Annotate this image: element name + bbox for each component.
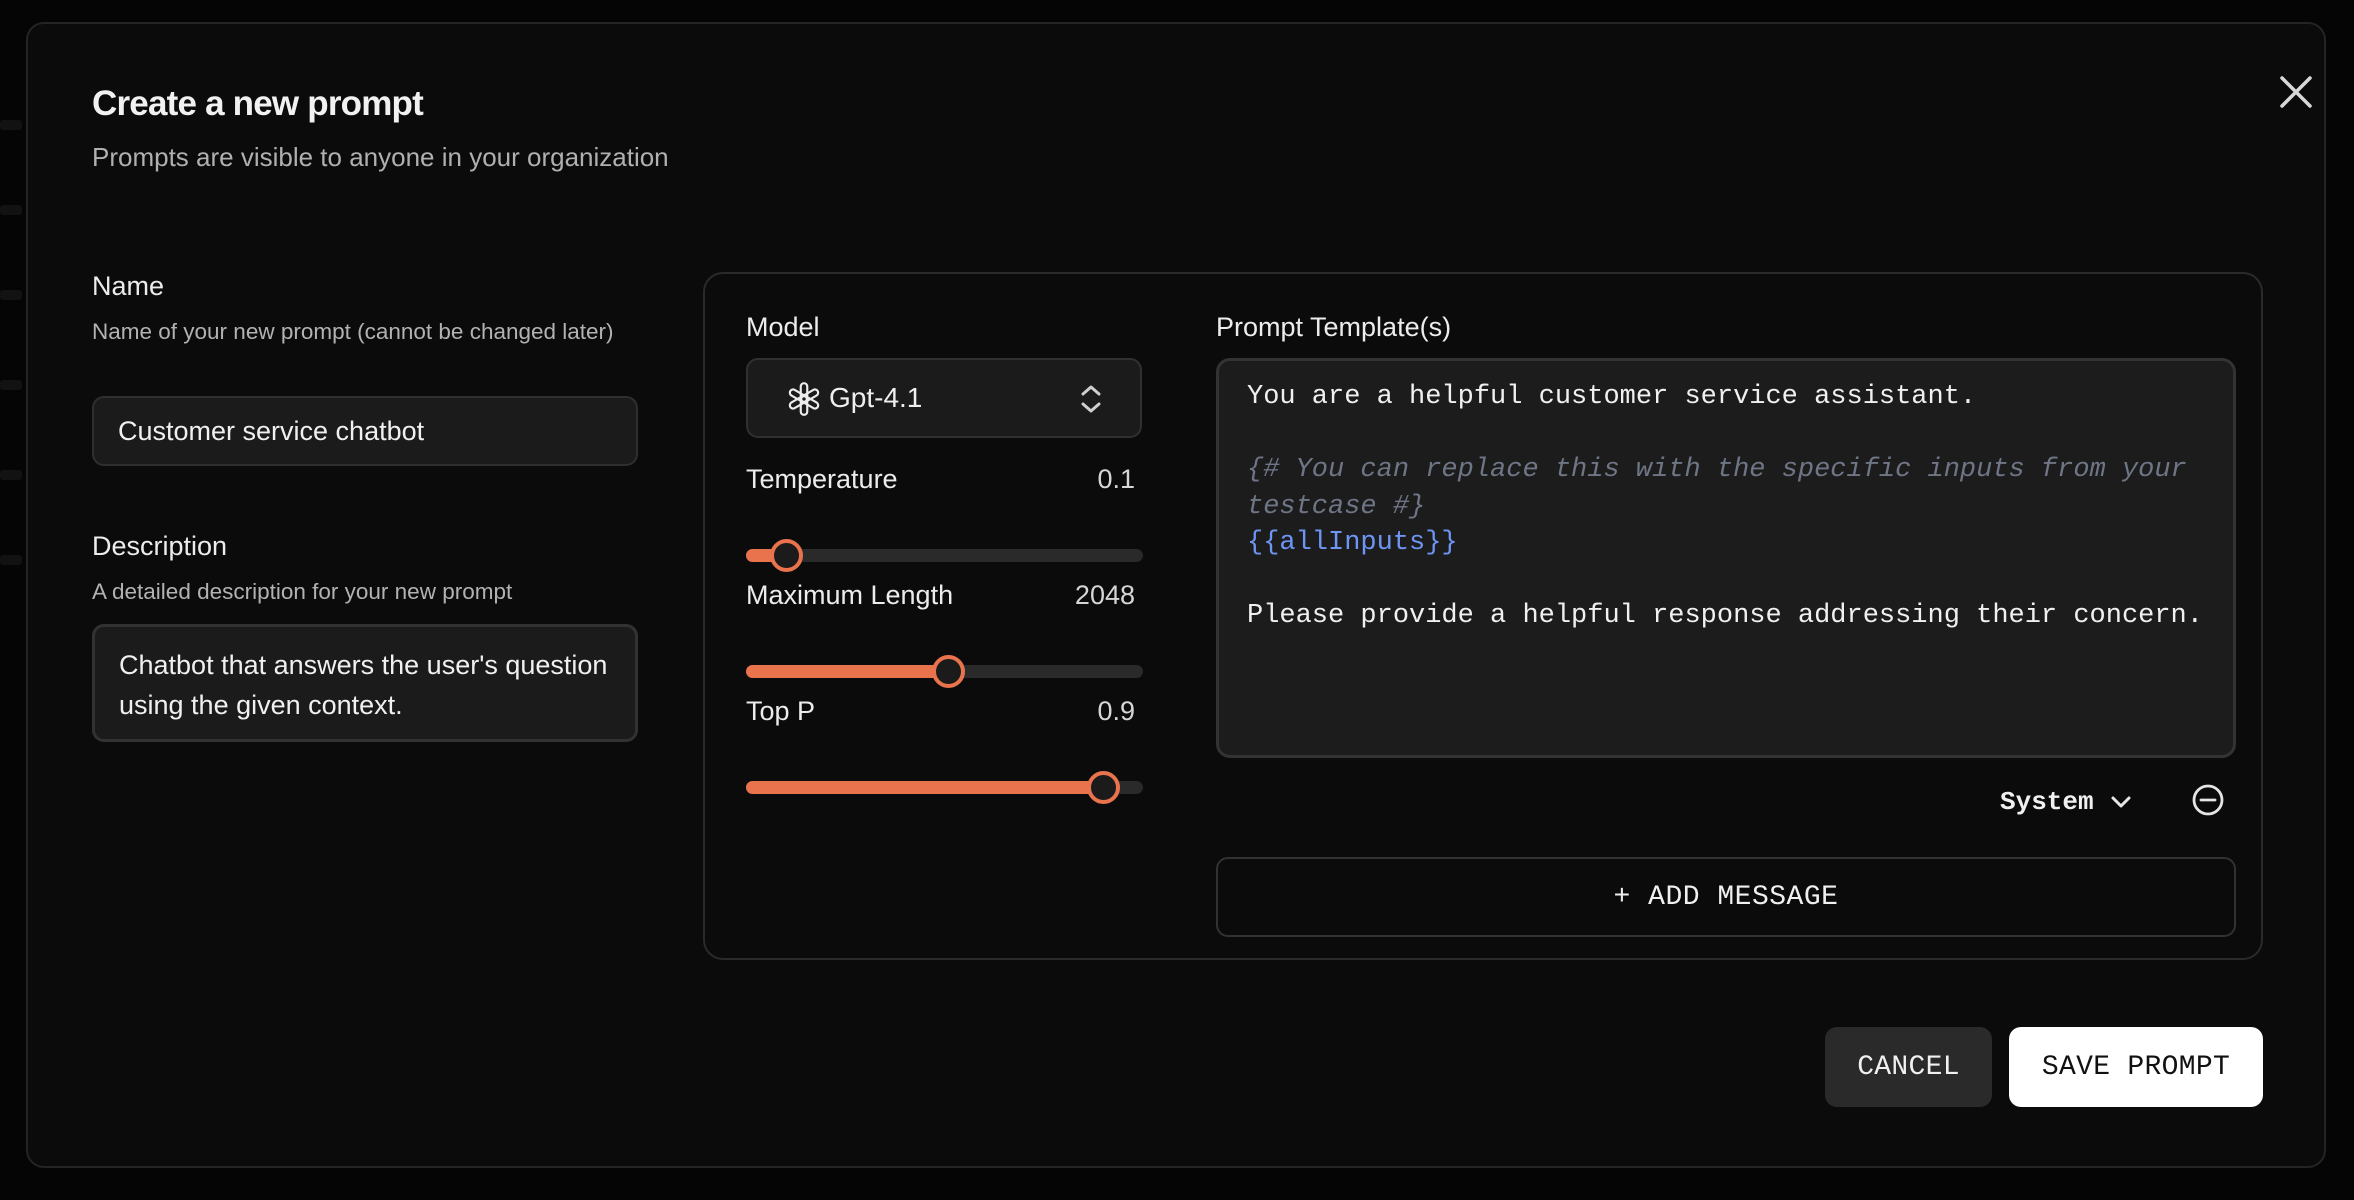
model-label: Model	[746, 312, 820, 342]
description-help-text: A detailed description for your new prom…	[92, 579, 513, 604]
save-prompt-button[interactable]: SAVE PROMPT	[2009, 1027, 2263, 1107]
description-textarea[interactable]: Chatbot that answers the user's question…	[92, 624, 638, 742]
chevron-down-icon	[2111, 796, 2131, 808]
modal-title: Create a new prompt	[92, 84, 424, 123]
background-page	[0, 470, 22, 480]
slider-fill	[746, 665, 949, 678]
template-comment: {# You can replace this with the specifi…	[1247, 455, 2203, 522]
model-select-value: Gpt-4.1	[829, 382, 923, 413]
max-length-label: Maximum Length	[746, 580, 954, 610]
template-blank-line	[1247, 562, 2205, 599]
name-input[interactable]	[92, 396, 638, 466]
temperature-value: 0.1	[1097, 464, 1135, 494]
background-page	[0, 555, 22, 565]
slider-thumb[interactable]	[932, 655, 966, 688]
template-text-line: Please provide a helpful response addres…	[1247, 601, 2203, 631]
name-help-text: Name of your new prompt (cannot be chang…	[92, 319, 614, 344]
top-p-label: Top P	[746, 696, 816, 726]
modal-subtitle: Prompts are visible to anyone in your or…	[92, 142, 669, 172]
name-label: Name	[92, 271, 165, 301]
close-icon	[2280, 76, 2312, 108]
template-text-line: You are a helpful customer service assis…	[1247, 382, 1977, 412]
slider-fill	[746, 781, 1104, 794]
description-label: Description	[92, 531, 228, 561]
slider-thumb[interactable]	[1087, 771, 1121, 804]
cancel-button[interactable]: CANCEL	[1825, 1027, 1992, 1107]
slider-thumb[interactable]	[769, 539, 803, 572]
background-page	[0, 205, 22, 215]
prompt-template-label: Prompt Template(s)	[1216, 312, 1452, 342]
message-role-value: System	[2000, 787, 2094, 817]
message-role-select[interactable]: System	[2000, 782, 2132, 822]
max-length-value: 2048	[1074, 580, 1135, 610]
openai-logo-icon	[788, 382, 820, 416]
temperature-label: Temperature	[746, 464, 898, 494]
slider-track	[746, 549, 1143, 562]
model-select[interactable]: Gpt-4.1	[746, 358, 1142, 438]
template-blank-line	[1247, 416, 2205, 453]
prompt-config-panel: Model Gpt-4.1 Temperature 0.1 Maximum Le…	[703, 272, 2263, 960]
background-page	[0, 380, 22, 390]
remove-message-button[interactable]	[2191, 783, 2225, 817]
minus-circle-icon	[2192, 784, 2224, 816]
background-page	[0, 120, 22, 130]
temperature-slider[interactable]	[746, 537, 1143, 573]
template-variable: {{allInputs}}	[1247, 528, 1458, 558]
top-p-value: 0.9	[1097, 696, 1135, 726]
chevron-up-down-icon	[1081, 385, 1101, 413]
create-prompt-modal: Create a new prompt Prompts are visible …	[26, 22, 2326, 1168]
top-p-slider[interactable]	[746, 769, 1143, 805]
background-page	[0, 290, 22, 300]
close-button[interactable]	[2268, 64, 2324, 120]
add-message-button[interactable]: + ADD MESSAGE	[1216, 857, 2236, 937]
prompt-template-editor[interactable]: You are a helpful customer service assis…	[1216, 358, 2236, 758]
max-length-slider[interactable]	[746, 653, 1143, 689]
